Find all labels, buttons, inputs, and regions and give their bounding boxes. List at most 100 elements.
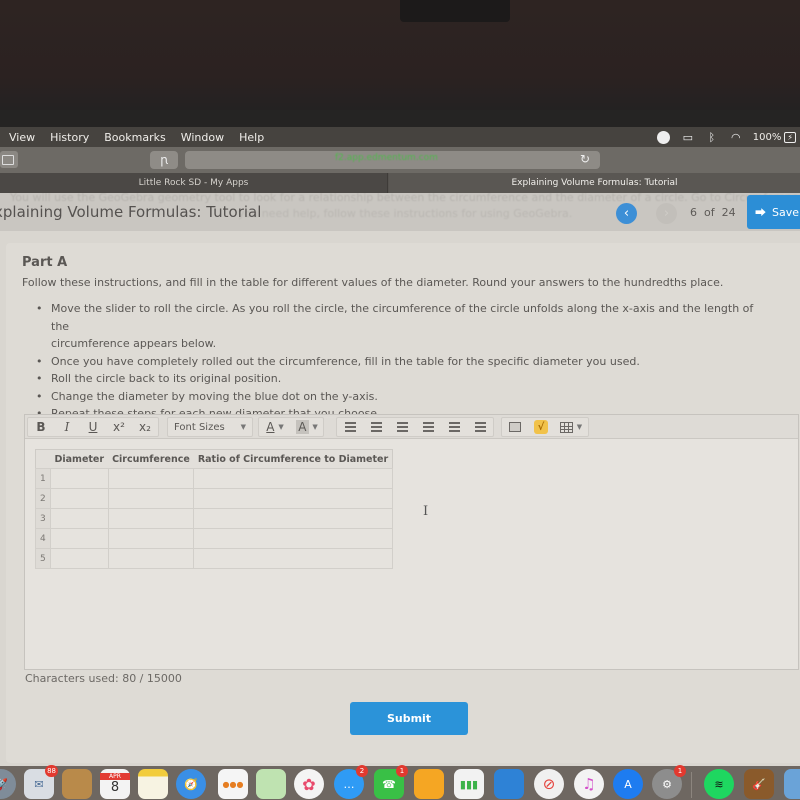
menu-help[interactable]: Help bbox=[239, 131, 264, 144]
circumference-cell[interactable] bbox=[107, 468, 195, 489]
news-icon[interactable]: ⊘ bbox=[534, 769, 564, 799]
tab-tutorial[interactable]: Explaining Volume Formulas: Tutorial bbox=[389, 173, 800, 193]
format-group: B I U x² x₂ bbox=[27, 417, 159, 437]
insert-table-button[interactable]: ▼ bbox=[554, 418, 588, 436]
previous-page-button[interactable]: ‹ bbox=[616, 203, 637, 224]
rich-text-editor[interactable]: B I U x² x₂ Font Sizes ▼ A ▼ A ▼ √ ▼ Dia… bbox=[24, 414, 799, 670]
align-left-icon bbox=[422, 422, 434, 432]
diameter-cell[interactable] bbox=[50, 528, 109, 549]
table-row: 5 bbox=[35, 548, 394, 569]
align-left-button[interactable] bbox=[415, 418, 441, 436]
indent-button[interactable] bbox=[389, 418, 415, 436]
garageband-icon[interactable]: 🎸 bbox=[744, 769, 774, 799]
submit-button[interactable]: Submit bbox=[350, 702, 468, 735]
messages-icon[interactable]: … 2 bbox=[334, 765, 368, 799]
menu-history[interactable]: History bbox=[50, 131, 89, 144]
address-bar[interactable]: f2.app.edmentum.com ↻ bbox=[185, 151, 600, 169]
page-counter: 6 of 24 bbox=[690, 206, 736, 219]
launchpad-icon[interactable]: 🚀 bbox=[0, 769, 16, 799]
maps-icon[interactable] bbox=[256, 769, 286, 799]
bezel-edge bbox=[0, 110, 800, 127]
ratio-cell[interactable] bbox=[193, 548, 394, 569]
tab-my-apps[interactable]: Little Rock SD - My Apps bbox=[0, 173, 388, 193]
calendar-day: 8 bbox=[110, 780, 120, 795]
dock: 🚀 ✉ 88 APR 8 🧭 ●●● ✿ … 2 ☎ 1 ▮▮▮ ⊘ ♫ A ⚙ 1 ≋… bbox=[0, 765, 800, 800]
bluetooth-icon[interactable]: ᛒ bbox=[705, 130, 719, 144]
background-color-button[interactable]: A ▼ bbox=[291, 418, 323, 436]
numbered-list-button[interactable] bbox=[363, 418, 389, 436]
mail-icon[interactable]: ✉ 88 bbox=[24, 765, 58, 799]
row-number: 4 bbox=[35, 528, 51, 549]
spotify-icon[interactable]: ≋ bbox=[704, 769, 734, 799]
table-row: 2 bbox=[35, 488, 394, 509]
italic-button[interactable]: I bbox=[54, 418, 80, 436]
superscript-button[interactable]: x² bbox=[106, 418, 132, 436]
sidebar-toggle-icon[interactable] bbox=[0, 151, 18, 168]
align-right-icon bbox=[474, 422, 486, 432]
reminders-icon[interactable]: ●●● bbox=[218, 769, 248, 799]
underline-button[interactable]: U bbox=[80, 418, 106, 436]
instruction-item: Change the diameter by moving the blue d… bbox=[36, 388, 756, 406]
wifi-icon[interactable]: ◠ bbox=[729, 130, 743, 144]
align-center-button[interactable] bbox=[441, 418, 467, 436]
messages-badge: 2 bbox=[356, 765, 368, 777]
insert-equation-button[interactable]: √ bbox=[528, 418, 554, 436]
menu-bookmarks[interactable]: Bookmarks bbox=[104, 131, 165, 144]
diameter-cell[interactable] bbox=[50, 508, 109, 529]
bold-button[interactable]: B bbox=[28, 418, 54, 436]
ratio-cell[interactable] bbox=[193, 468, 394, 489]
photos-icon[interactable]: ✿ bbox=[294, 769, 324, 799]
airplay-icon[interactable]: ▭ bbox=[681, 130, 695, 144]
diameter-cell[interactable] bbox=[50, 468, 109, 489]
page-current: 6 bbox=[690, 206, 697, 219]
diameter-cell[interactable] bbox=[50, 548, 109, 569]
system-preferences-badge: 1 bbox=[674, 765, 686, 777]
music-icon[interactable]: ♫ bbox=[574, 769, 604, 799]
preview-icon[interactable] bbox=[784, 769, 800, 799]
circumference-cell[interactable] bbox=[107, 508, 195, 529]
insert-image-button[interactable] bbox=[502, 418, 528, 436]
row-number: 1 bbox=[35, 468, 51, 489]
row-number: 3 bbox=[35, 508, 51, 529]
square-root-icon: √ bbox=[534, 420, 548, 434]
contacts-icon[interactable] bbox=[62, 769, 92, 799]
calendar-month: APR bbox=[100, 773, 130, 780]
keynote-icon[interactable] bbox=[494, 769, 524, 799]
menu-window[interactable]: Window bbox=[181, 131, 224, 144]
circumference-cell[interactable] bbox=[107, 528, 195, 549]
app-store-icon[interactable]: A bbox=[613, 769, 643, 799]
screen-bezel bbox=[0, 0, 800, 110]
bullet-list-button[interactable] bbox=[337, 418, 363, 436]
app-status-icon[interactable] bbox=[657, 130, 671, 144]
align-right-button[interactable] bbox=[467, 418, 493, 436]
ratio-cell[interactable] bbox=[193, 508, 394, 529]
menu-view[interactable]: View bbox=[9, 131, 35, 144]
save-and-exit-button[interactable]: ⮕ Save & bbox=[747, 195, 800, 229]
bullet-list-icon bbox=[344, 422, 356, 432]
row-number: 5 bbox=[35, 548, 51, 569]
background-help-text: you need help, follow these instructions… bbox=[238, 207, 573, 220]
subscript-button[interactable]: x₂ bbox=[132, 418, 158, 436]
notes-icon[interactable] bbox=[138, 769, 168, 799]
system-preferences-icon[interactable]: ⚙ 1 bbox=[652, 765, 686, 799]
pages-icon[interactable] bbox=[414, 769, 444, 799]
reload-icon[interactable]: ↻ bbox=[580, 152, 590, 166]
circumference-cell[interactable] bbox=[107, 548, 195, 569]
instructions-text: Follow these instructions, and fill in t… bbox=[22, 276, 724, 289]
ratio-cell[interactable] bbox=[193, 488, 394, 509]
numbers-icon[interactable]: ▮▮▮ bbox=[454, 769, 484, 799]
font-size-select[interactable]: Font Sizes ▼ bbox=[168, 418, 252, 436]
favorites-button[interactable]: ꞃ bbox=[150, 151, 178, 169]
dock-separator bbox=[691, 772, 692, 798]
safari-icon[interactable]: 🧭 bbox=[176, 769, 206, 799]
next-page-button[interactable]: › bbox=[656, 203, 677, 224]
diameter-cell[interactable] bbox=[50, 488, 109, 509]
chevron-left-icon: ‹ bbox=[623, 206, 630, 221]
circumference-cell[interactable] bbox=[107, 488, 195, 509]
text-color-button[interactable]: A ▼ bbox=[259, 418, 291, 436]
url-text: f2.app.edmentum.com bbox=[335, 153, 438, 163]
ratio-cell[interactable] bbox=[193, 528, 394, 549]
calendar-icon[interactable]: APR 8 bbox=[100, 769, 130, 799]
battery-status[interactable]: 100% ⚡ bbox=[753, 131, 796, 143]
facetime-icon[interactable]: ☎ 1 bbox=[374, 765, 408, 799]
